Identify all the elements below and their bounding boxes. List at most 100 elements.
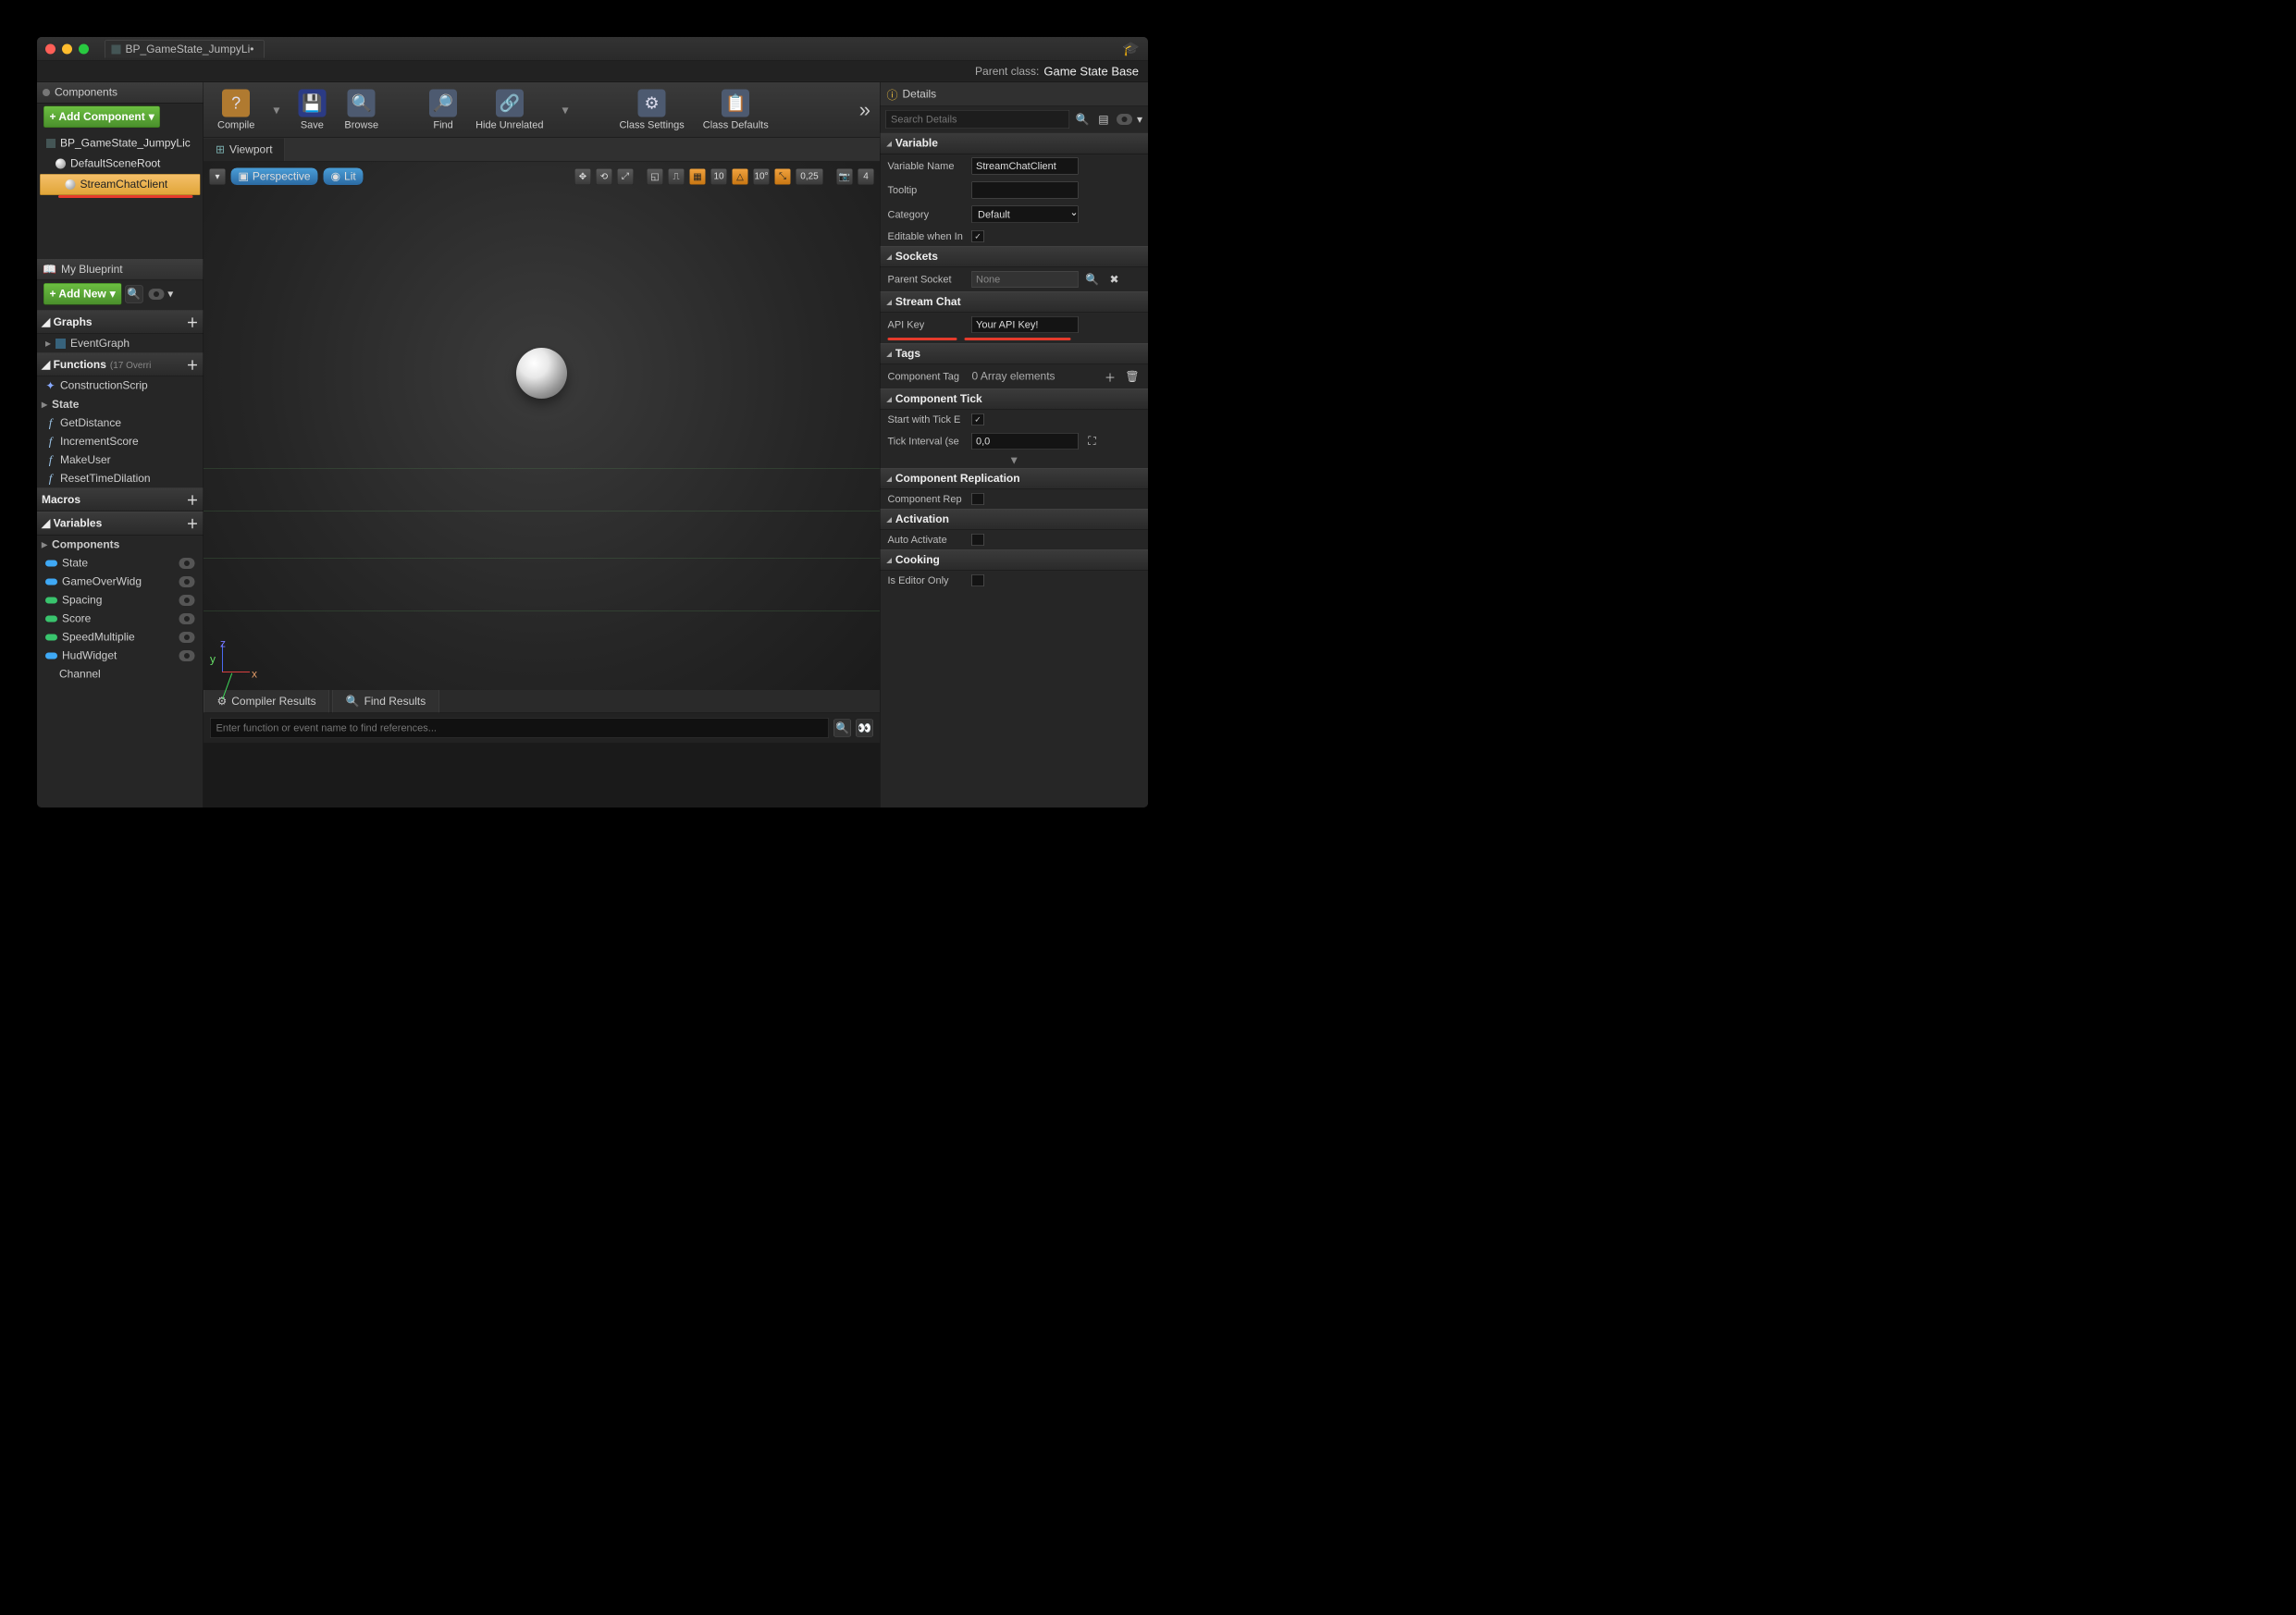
starttick-checkbox[interactable]: ✓ [972,413,984,425]
variable-item[interactable]: GameOverWidg [37,573,204,591]
graph-item[interactable]: ▸EventGraph [37,334,204,353]
plus-icon[interactable]: ＋ [1102,368,1118,385]
close-icon[interactable] [45,43,56,54]
varname-input[interactable] [972,158,1079,175]
scale-snap-toggle[interactable]: ⤡ [774,168,791,185]
add-new-button[interactable]: + Add New ▾ [43,283,121,305]
find-results-tab[interactable]: 🔍Find Results [332,690,439,713]
viewport-tab[interactable]: ⊞Viewport [204,139,285,162]
cat-cooking[interactable]: Cooking [881,549,1149,571]
graphs-category[interactable]: ◢ Graphs＋ [37,311,204,335]
scale-snap-value[interactable]: 0,25 [796,168,823,185]
maximize-icon[interactable] [79,43,89,54]
function-item[interactable]: fIncrementScore [37,433,204,451]
category-select[interactable]: Default [972,206,1079,224]
browse-button[interactable]: 🔍Browse [344,89,378,130]
camera-speed-icon[interactable]: 📷 [836,168,853,185]
search-icon[interactable]: 🔍 [1074,111,1091,128]
angle-snap-value[interactable]: 10° [753,168,770,185]
visibility-toggle[interactable] [179,576,195,587]
myblueprint-panel-header[interactable]: 📖 My Blueprint [37,259,204,280]
class-defaults-button[interactable]: 📋Class Defaults [703,89,769,130]
variable-item[interactable]: Channel [37,665,204,684]
cat-tick[interactable]: Component Tick [881,388,1149,410]
functions-category[interactable]: ◢ Functions(17 Overri＋ [37,353,204,377]
editoronly-checkbox[interactable] [972,574,984,586]
cat-variable[interactable]: Variable [881,133,1149,154]
plus-icon[interactable]: ＋ [186,491,198,509]
surface-snap[interactable]: ⎍ [668,168,685,185]
chevron-down-icon[interactable]: ▾ [562,103,568,118]
viewport[interactable]: ▾ ▣Perspective ◉Lit ✥ ⟲ ⤢ ◱ ⎍ ▦ 10 △ 10°… [204,162,880,690]
world-local-toggle[interactable]: ◱ [647,168,663,185]
find-button[interactable]: 🔎Find [429,89,457,130]
plus-icon[interactable]: ＋ [186,314,198,331]
compiler-results-tab[interactable]: ⚙Compiler Results [204,690,329,713]
matrix-view-icon[interactable]: ▤ [1095,111,1112,128]
visibility-toggle[interactable] [179,632,195,643]
move-tool[interactable]: ✥ [574,168,591,185]
function-item[interactable]: fResetTimeDilation [37,470,204,488]
scale-tool[interactable]: ⤢ [617,168,634,185]
function-item[interactable]: fGetDistance [37,414,204,433]
tickinterval-input[interactable] [972,433,1079,450]
reset-icon[interactable]: ⛶ [1084,433,1101,450]
function-subcat[interactable]: ▸State [37,395,204,414]
variable-item[interactable]: Score [37,610,204,628]
find-input[interactable] [210,718,829,738]
grid-snap-value[interactable]: 10 [710,168,727,185]
save-button[interactable]: 💾Save [298,89,326,130]
component-scene-root[interactable]: DefaultSceneRoot [40,154,201,174]
visibility-toggle[interactable] [179,558,195,569]
perspective-button[interactable]: ▣Perspective [230,167,318,186]
variables-category[interactable]: ◢ Variables＋ [37,512,204,536]
clear-icon[interactable]: ✖ [1106,271,1123,288]
search-icon[interactable]: 🔍 [833,720,851,737]
cat-streamchat[interactable]: Stream Chat [881,291,1149,313]
trash-icon[interactable]: 🗑 [1124,368,1141,385]
visibility-toggle[interactable] [179,613,195,624]
plus-icon[interactable]: ＋ [186,356,198,374]
viewport-options[interactable]: ▾ [209,168,226,185]
cat-tags[interactable]: Tags [881,343,1149,364]
graduation-icon[interactable]: 🎓 [1122,41,1140,57]
componentrep-checkbox[interactable] [972,493,984,505]
grid-snap-toggle[interactable]: ▦ [689,168,706,185]
class-settings-button[interactable]: ⚙Class Settings [619,89,684,130]
chevron-down-icon[interactable]: ▾ [273,103,279,118]
document-tab[interactable]: BP_GameState_JumpyLi• [105,40,265,58]
add-component-button[interactable]: + Add Component ▾ [43,106,160,129]
cat-replication[interactable]: Component Replication [881,468,1149,489]
variable-item[interactable]: HudWidget [37,647,204,665]
lit-button[interactable]: ◉Lit [323,167,364,186]
cat-sockets[interactable]: Sockets [881,246,1149,267]
visibility-toggle[interactable] [179,595,195,606]
details-header[interactable]: ⓘ Details [881,82,1149,106]
macros-category[interactable]: Macros＋ [37,488,204,512]
visibility-toggle[interactable] [1117,114,1132,125]
variables-subcat[interactable]: ▸Components [37,536,204,555]
variable-item[interactable]: SpeedMultiplie [37,628,204,647]
component-root[interactable]: BP_GameState_JumpyLic [40,133,201,154]
compile-button[interactable]: ?Compile [217,89,254,130]
details-search-input[interactable] [886,110,1069,129]
expand-advanced-icon[interactable]: ▼ [881,453,1149,468]
visibility-toggle[interactable] [148,289,164,300]
cat-activation[interactable]: Activation [881,509,1149,530]
hide-unrelated-button[interactable]: 🔗Hide Unrelated [475,89,543,130]
search-icon[interactable]: 🔍 [1084,271,1101,288]
visibility-toggle[interactable] [179,650,195,661]
plus-icon[interactable]: ＋ [186,515,198,533]
minimize-icon[interactable] [62,43,72,54]
tooltip-input[interactable] [972,182,1079,199]
angle-snap-toggle[interactable]: △ [732,168,748,185]
component-streamchat[interactable]: StreamChatClient [40,174,201,195]
function-item[interactable]: fMakeUser [37,451,204,470]
variable-item[interactable]: Spacing [37,591,204,610]
autoactivate-checkbox[interactable] [972,534,984,546]
apikey-input[interactable] [972,316,1079,333]
camera-speed-value[interactable]: 4 [858,168,874,185]
overflow-icon[interactable]: » [859,98,870,121]
binoculars-icon[interactable]: 👀 [856,720,873,737]
components-panel-header[interactable]: Components [37,82,204,104]
